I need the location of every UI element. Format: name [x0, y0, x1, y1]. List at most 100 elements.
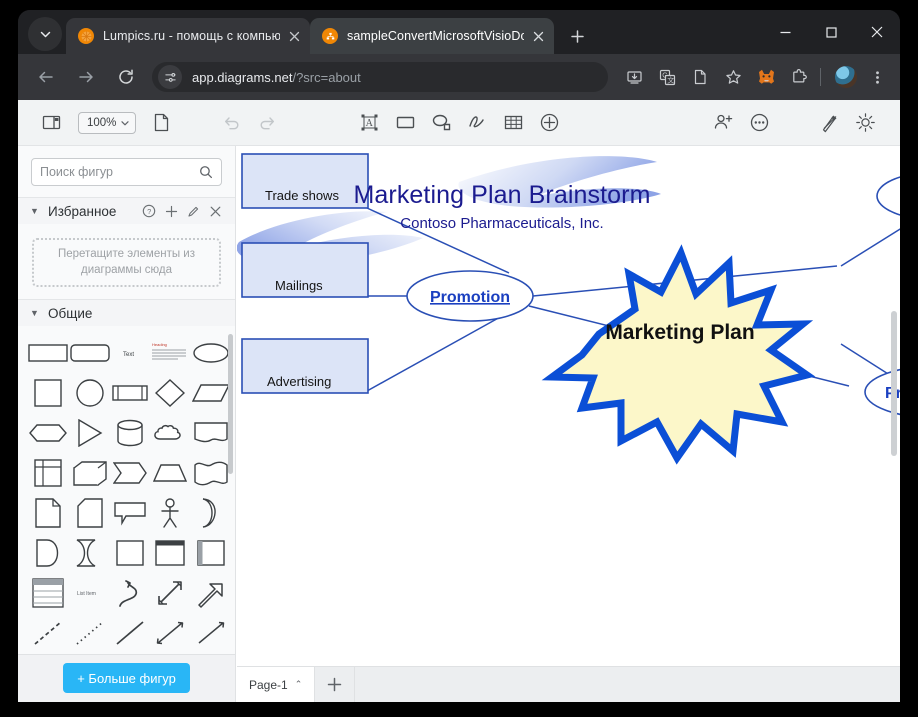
insert-table-button[interactable]	[498, 108, 528, 138]
chevron-down-icon: ▼	[30, 307, 39, 318]
help-circle-icon[interactable]: ?	[139, 201, 159, 221]
shape-double-arrow[interactable]	[70, 538, 110, 568]
shape-dashed-line[interactable]	[28, 618, 68, 648]
shape-triangle[interactable]	[70, 418, 110, 448]
more-shapes-button[interactable]: + Больше фигур	[63, 663, 190, 694]
shape-bidirectional-arrow[interactable]	[150, 578, 190, 608]
forward-button[interactable]	[72, 63, 100, 91]
shapes-scrollbar[interactable]	[228, 334, 233, 475]
shape-or[interactable]	[192, 498, 230, 529]
translate-button[interactable]: G 文	[654, 64, 680, 90]
undo-button[interactable]	[216, 108, 246, 138]
shape-parallelogram[interactable]	[192, 378, 230, 408]
shape-heading-textbox[interactable]: Heading	[150, 338, 190, 368]
freehand-button[interactable]	[462, 108, 492, 138]
add-favorite-icon[interactable]	[161, 201, 181, 221]
shape-callout[interactable]	[112, 498, 148, 528]
shape-bidirectional-line[interactable]	[150, 618, 190, 648]
back-button[interactable]	[32, 63, 60, 91]
maximize-button[interactable]	[808, 10, 854, 54]
tab-strip: Lumpics.ru - помощь с компью sampleConve…	[18, 10, 900, 54]
redo-button[interactable]	[252, 108, 282, 138]
canvas-scrollbar[interactable]	[891, 311, 897, 456]
shape-cloud[interactable]	[150, 418, 190, 448]
shape-list-item[interactable]: List Item	[70, 578, 110, 608]
shape-directional-line[interactable]	[192, 618, 230, 648]
tab-sampleconvert[interactable]: sampleConvertMicrosoftVisioDo	[310, 18, 554, 54]
close-window-button[interactable]	[854, 10, 900, 54]
shape-hexagon[interactable]	[28, 418, 68, 448]
favorites-empty-dropzone[interactable]: Перетащите элементы из диаграммы сюда	[32, 238, 221, 288]
shape-note[interactable]	[28, 498, 68, 529]
tab-lumpics[interactable]: Lumpics.ru - помощь с компью	[66, 18, 310, 54]
more-options-button[interactable]	[744, 108, 774, 138]
favorites-section-header[interactable]: ▼ Избранное ?	[18, 197, 235, 225]
install-app-button[interactable]	[621, 64, 647, 90]
shape-delay[interactable]	[28, 538, 68, 568]
shape-square[interactable]	[28, 378, 68, 408]
shape-text[interactable]: Text	[112, 338, 148, 368]
tab-search-button[interactable]	[28, 17, 62, 51]
reading-list-button[interactable]	[687, 64, 713, 90]
shape-process[interactable]	[112, 378, 148, 408]
diagram-canvas[interactable]: Trade shows Mailings Advertising Promoti…	[237, 146, 900, 702]
chrome-menu-button[interactable]	[864, 64, 890, 90]
insert-rectangle-button[interactable]	[390, 108, 420, 138]
tab-close-button[interactable]	[284, 26, 304, 46]
shape-vertical-container[interactable]	[192, 538, 230, 568]
shape-dotted-line[interactable]	[70, 618, 110, 648]
chevron-up-icon[interactable]: ⌃	[295, 679, 303, 690]
edit-favorites-icon[interactable]	[183, 201, 203, 221]
new-tab-button[interactable]	[562, 21, 592, 51]
shape-horizontal-container[interactable]	[150, 538, 190, 568]
shape-diamond[interactable]	[150, 378, 190, 408]
shape-internal-storage[interactable]	[28, 458, 68, 488]
page-tab-1[interactable]: Page-1 ⌃	[237, 667, 316, 702]
shape-curved-arrow[interactable]	[112, 578, 148, 608]
shape-plain-line[interactable]	[112, 618, 148, 648]
address-bar[interactable]: app.diagrams.net/?src=about	[152, 62, 608, 92]
reload-button[interactable]	[112, 63, 140, 91]
profile-avatar[interactable]	[835, 66, 857, 88]
toggle-format-panel-button[interactable]	[36, 108, 66, 138]
page-view-button[interactable]	[146, 108, 176, 138]
shape-rectangle[interactable]	[28, 338, 68, 368]
diagrams-net-icon	[322, 28, 338, 44]
shape-step[interactable]	[112, 458, 148, 488]
site-settings-button[interactable]	[158, 65, 182, 89]
theme-toggle-button[interactable]	[850, 108, 880, 138]
insert-shape-button[interactable]	[426, 108, 456, 138]
shape-document[interactable]	[192, 418, 230, 448]
shape-tape[interactable]	[192, 458, 230, 488]
shape-cylinder[interactable]	[112, 418, 148, 448]
shape-trapezoid[interactable]	[150, 458, 190, 488]
general-section-header[interactable]: ▼ Общие	[18, 299, 235, 327]
share-button[interactable]	[708, 108, 738, 138]
extensions-button[interactable]	[786, 64, 812, 90]
node-label: Promotion	[430, 289, 510, 306]
insert-more-button[interactable]	[534, 108, 564, 138]
bookmark-button[interactable]	[720, 64, 746, 90]
metamask-button[interactable]	[753, 64, 779, 90]
add-page-button[interactable]	[315, 667, 356, 702]
search-input[interactable]	[40, 165, 200, 179]
chevron-down-icon	[121, 120, 129, 125]
shape-ellipse[interactable]	[192, 338, 230, 368]
search-shapes-box[interactable]	[31, 158, 222, 186]
search-icon[interactable]	[199, 165, 213, 179]
format-panel-button[interactable]	[814, 108, 844, 138]
minimize-button[interactable]	[762, 10, 808, 54]
shape-card[interactable]	[70, 498, 110, 529]
close-favorites-icon[interactable]	[205, 201, 225, 221]
shape-actor[interactable]	[150, 498, 190, 529]
insert-text-button[interactable]: A	[354, 108, 384, 138]
shape-rounded-rectangle[interactable]	[70, 338, 110, 368]
tab-close-button[interactable]	[528, 26, 548, 46]
chevron-down-icon	[40, 31, 50, 37]
shape-block-arrow[interactable]	[192, 578, 230, 609]
shape-container[interactable]	[112, 538, 148, 568]
shape-circle[interactable]	[70, 378, 110, 408]
shape-list-box[interactable]	[28, 578, 68, 609]
zoom-select[interactable]: 100%	[78, 111, 136, 134]
shape-cube[interactable]	[70, 458, 110, 488]
